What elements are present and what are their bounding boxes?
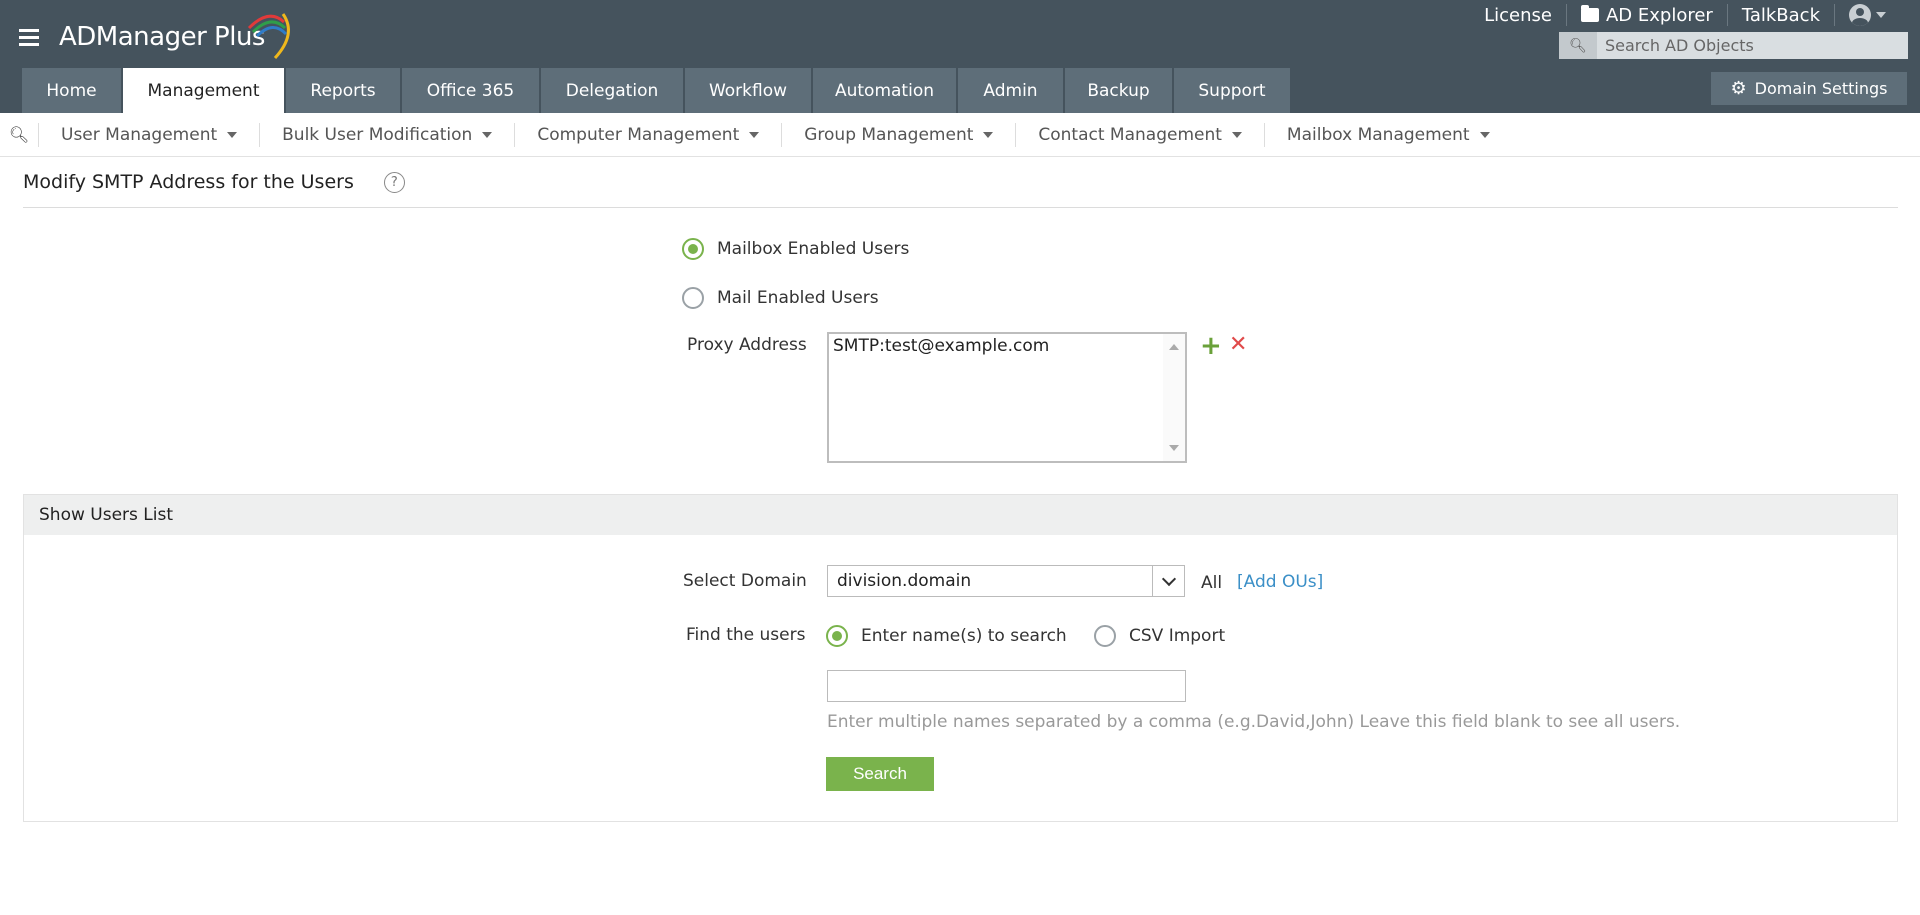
tab-admin[interactable]: Admin <box>958 68 1063 113</box>
menu-icon[interactable] <box>19 29 39 47</box>
radio-button-checked[interactable] <box>826 625 848 647</box>
tab-workflow[interactable]: Workflow <box>685 68 811 113</box>
radio-mail-enabled[interactable]: Mail Enabled Users <box>682 287 879 309</box>
subnav-mailbox-management[interactable]: Mailbox Management <box>1265 125 1512 145</box>
logo-swoosh-icon <box>247 13 290 60</box>
tab-management[interactable]: Management <box>123 68 284 113</box>
chevron-down-icon <box>227 131 238 138</box>
chevron-down-icon <box>983 131 994 138</box>
tab-reports[interactable]: Reports <box>286 68 400 113</box>
sub-navigation: 🔍︎ User Management Bulk User Modificatio… <box>0 113 1920 157</box>
menu-search-icon[interactable]: 🔍︎ <box>0 125 38 144</box>
chevron-down-icon <box>1231 131 1242 138</box>
user-avatar-icon <box>1849 4 1871 26</box>
proxy-label-text: Proxy Address <box>687 335 807 355</box>
radio-enter-names[interactable]: Enter name(s) to search <box>826 625 1067 647</box>
radio-csv-import[interactable]: CSV Import <box>1094 625 1225 647</box>
chevron-down-icon[interactable] <box>1152 566 1184 596</box>
subnav-label: Computer Management <box>537 124 740 145</box>
tab-support[interactable]: Support <box>1174 68 1290 113</box>
folder-icon <box>1580 5 1599 22</box>
chevron-down-icon <box>482 131 493 138</box>
radio-label: CSV Import <box>1129 626 1226 646</box>
scroll-up-icon[interactable] <box>1169 344 1179 350</box>
app-header: ADManager Plus License AD Explorer TalkB… <box>0 0 1920 113</box>
main-tabs: Home Management Reports Office 365 Deleg… <box>22 68 1292 113</box>
talkback-link[interactable]: TalkBack <box>1728 4 1834 26</box>
ad-explorer-label: AD Explorer <box>1605 4 1713 26</box>
chevron-down-icon <box>1876 12 1886 18</box>
chevron-down-icon <box>749 131 760 138</box>
tab-home[interactable]: Home <box>22 68 121 113</box>
add-icon[interactable]: + <box>1200 333 1222 359</box>
license-link[interactable]: License <box>1470 4 1566 26</box>
find-users-label: Find the users <box>686 625 805 645</box>
subnav-contact-management[interactable]: Contact Management <box>1016 125 1264 145</box>
radio-label: Enter name(s) to search <box>861 626 1067 646</box>
find-users-text: Find the users <box>686 625 806 645</box>
search-icon[interactable]: 🔍︎ <box>1559 32 1597 59</box>
radio-button[interactable] <box>682 287 704 309</box>
all-label: All <box>1201 573 1223 593</box>
search-input[interactable] <box>1597 36 1897 55</box>
domain-settings-label: Domain Settings <box>1754 79 1888 98</box>
domain-select-value: division.domain <box>837 571 972 591</box>
domain-select[interactable]: division.domain <box>827 565 1185 597</box>
show-users-panel: Show Users List <box>23 494 1898 822</box>
radio-button[interactable] <box>1094 625 1116 647</box>
search-button[interactable]: Search <box>826 757 934 791</box>
user-menu[interactable] <box>1835 4 1900 26</box>
divider <box>23 207 1898 208</box>
select-domain-text: Select Domain <box>683 571 807 591</box>
tab-delegation[interactable]: Delegation <box>541 68 683 113</box>
tab-office-365[interactable]: Office 365 <box>402 68 539 113</box>
subnav-user-management[interactable]: User Management <box>39 125 259 145</box>
page-title-text: Modify SMTP Address for the Users <box>23 171 354 193</box>
subnav-bulk-user-modification[interactable]: Bulk User Modification <box>260 125 514 145</box>
domain-settings-button[interactable]: ⚙︎ Domain Settings <box>1711 72 1907 105</box>
subnav-group-management[interactable]: Group Management <box>782 125 1015 145</box>
radio-mailbox-enabled[interactable]: Mailbox Enabled Users <box>682 238 909 260</box>
names-search-input[interactable] <box>827 670 1186 702</box>
tab-automation[interactable]: Automation <box>813 68 956 113</box>
app-logo[interactable]: ADManager Plus <box>59 13 290 62</box>
scrollbar[interactable] <box>1163 334 1185 461</box>
close-icon[interactable]: ✕ <box>1229 334 1247 356</box>
subnav-label: User Management <box>61 124 218 145</box>
names-hint: Enter multiple names separated by a comm… <box>827 712 1681 732</box>
all-text: All <box>1201 573 1222 593</box>
proxy-address-label: Proxy Address <box>687 335 807 355</box>
gear-icon: ⚙︎ <box>1730 78 1747 99</box>
panel-header[interactable]: Show Users List <box>24 495 1897 535</box>
add-ous-link[interactable]: [Add OUs] <box>1237 572 1323 592</box>
panel-header-text: Show Users List <box>39 505 173 525</box>
subnav-label: Group Management <box>804 124 974 145</box>
radio-label: Mailbox Enabled Users <box>717 239 910 259</box>
page-title: Modify SMTP Address for the Users ? <box>23 171 405 193</box>
subnav-computer-management[interactable]: Computer Management <box>515 125 781 145</box>
license-label: License <box>1484 4 1552 26</box>
chevron-down-icon <box>1479 131 1490 138</box>
subnav-label: Mailbox Management <box>1286 124 1470 145</box>
talkback-label: TalkBack <box>1741 4 1820 26</box>
proxy-address-list[interactable]: SMTP:test@example.com <box>827 332 1187 463</box>
ad-object-search: 🔍︎ <box>1559 32 1908 59</box>
add-ous-label: [Add OUs] <box>1237 572 1324 592</box>
subnav-label: Bulk User Modification <box>282 124 473 145</box>
tab-backup[interactable]: Backup <box>1065 68 1172 113</box>
subnav-label: Contact Management <box>1038 124 1222 145</box>
scroll-down-icon[interactable] <box>1169 445 1179 451</box>
ad-explorer-link[interactable]: AD Explorer <box>1567 4 1727 26</box>
top-links: License AD Explorer TalkBack <box>1470 4 1900 26</box>
help-icon[interactable]: ? <box>383 171 405 193</box>
radio-button-checked[interactable] <box>682 238 704 260</box>
radio-label: Mail Enabled Users <box>717 288 879 308</box>
logo-text-main: ADManager <box>59 22 207 52</box>
proxy-address-item[interactable]: SMTP:test@example.com <box>833 336 1049 356</box>
select-domain-label: Select Domain <box>683 571 807 591</box>
